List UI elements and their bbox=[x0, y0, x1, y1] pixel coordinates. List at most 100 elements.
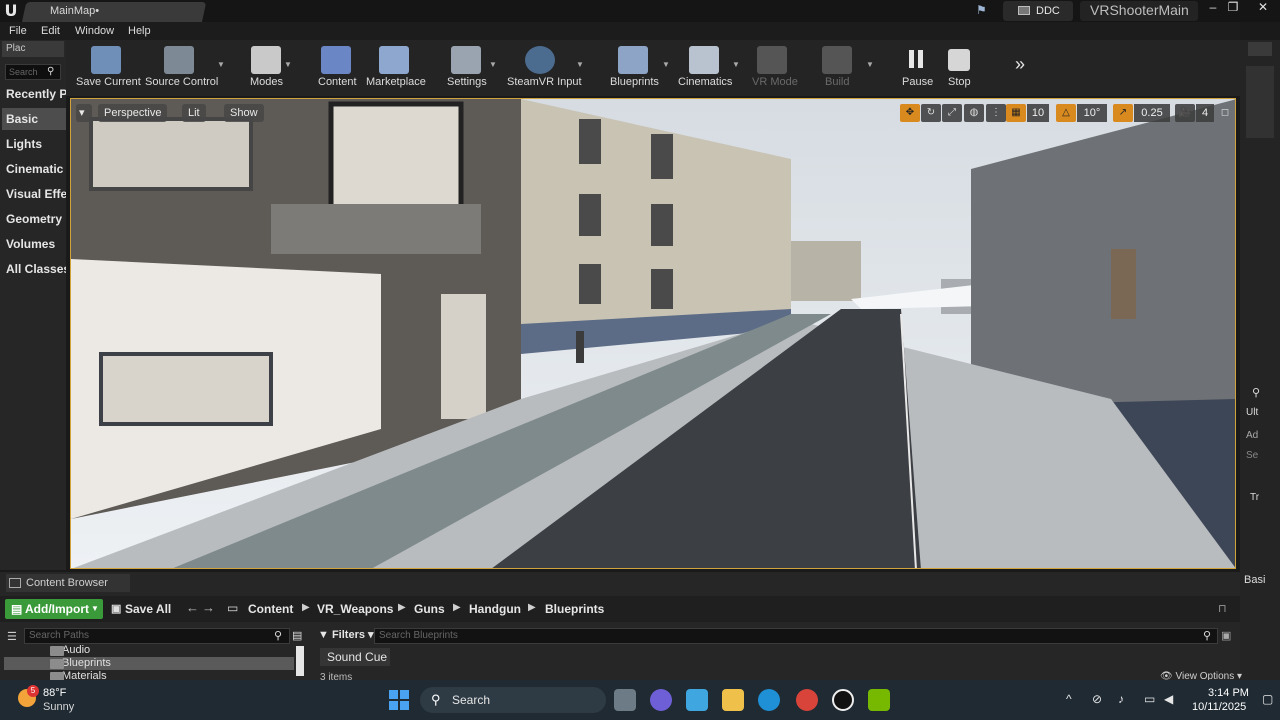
breadcrumb-blueprints[interactable]: Blueprints bbox=[545, 602, 604, 616]
panel-tab[interactable] bbox=[1248, 42, 1272, 56]
scale-snap-value[interactable]: 0.25 bbox=[1134, 104, 1170, 122]
chevron-down-icon[interactable]: ▼ bbox=[732, 60, 740, 69]
show-flags-button[interactable]: Show bbox=[224, 104, 264, 122]
path-options-icon[interactable]: ▤ bbox=[292, 629, 302, 642]
clock-date[interactable]: 10/11/2025 bbox=[1192, 701, 1246, 713]
lock-icon[interactable]: ⊓ bbox=[1218, 602, 1227, 615]
file-explorer-icon[interactable] bbox=[614, 689, 636, 711]
grid-snap-value[interactable]: 10 bbox=[1027, 104, 1049, 122]
close-button[interactable]: ✕ bbox=[1250, 0, 1276, 15]
content-icon[interactable] bbox=[321, 46, 351, 74]
breadcrumb-handgun[interactable]: Handgun bbox=[469, 602, 521, 616]
camera-speed-value[interactable]: 4 bbox=[1196, 104, 1214, 122]
source-control-label[interactable]: Source Control bbox=[145, 76, 218, 88]
chevron-down-icon[interactable]: ▼ bbox=[217, 60, 225, 69]
camera-speed-icon[interactable]: 🎥 bbox=[1175, 104, 1195, 122]
breadcrumb-separator-icon[interactable]: ▶ bbox=[398, 602, 406, 613]
category-all-classes[interactable]: All Classes bbox=[2, 258, 66, 280]
microphone-icon[interactable]: ♪ bbox=[1118, 692, 1124, 706]
view-mode-lit-button[interactable]: Lit bbox=[182, 104, 206, 122]
chevron-down-icon[interactable]: ▼ bbox=[866, 60, 874, 69]
modes-icon[interactable] bbox=[251, 46, 281, 74]
scale-snap-icon[interactable]: ↗ bbox=[1113, 104, 1133, 122]
network-icon[interactable]: ▭ bbox=[1144, 692, 1155, 706]
world-space-icon[interactable]: ◍ bbox=[964, 104, 984, 122]
maximize-button[interactable]: ❐ bbox=[1223, 0, 1243, 15]
notification-icon[interactable]: ▢ bbox=[1262, 692, 1273, 706]
scrollbar[interactable] bbox=[296, 646, 304, 676]
category-basic[interactable]: Basic bbox=[2, 108, 66, 130]
viewport-options-button[interactable]: ▾ bbox=[76, 104, 92, 122]
breadcrumb-content[interactable]: Content bbox=[248, 602, 293, 616]
unreal-logo-icon[interactable]: U bbox=[2, 1, 20, 20]
discord-icon[interactable] bbox=[650, 689, 672, 711]
category-cinematic[interactable]: Cinematic bbox=[2, 158, 66, 180]
place-tab[interactable]: Plac bbox=[2, 41, 64, 57]
filters-button[interactable]: ▼ Filters ▾ bbox=[318, 628, 374, 641]
folder-icon[interactable] bbox=[722, 689, 744, 711]
breadcrumb-vr-weapons[interactable]: VR_Weapons bbox=[317, 602, 393, 616]
steamvr-input-label[interactable]: SteamVR Input bbox=[507, 76, 582, 88]
menu-help[interactable]: Help bbox=[128, 25, 151, 37]
add-import-button[interactable]: Add/Import ▤ ▼ bbox=[5, 599, 103, 619]
content-label[interactable]: Content bbox=[318, 76, 357, 88]
more-tools-icon[interactable]: » bbox=[1015, 54, 1025, 75]
filter-chip-sound-cue[interactable]: Sound Cue bbox=[320, 648, 390, 666]
chevron-down-icon[interactable]: ▼ bbox=[662, 60, 670, 69]
sources-toggle-icon[interactable]: ☰ bbox=[7, 630, 17, 643]
category-visual-effects[interactable]: Visual Effe bbox=[2, 183, 66, 205]
marketplace-icon[interactable] bbox=[379, 46, 409, 74]
back-arrow-icon[interactable]: ← bbox=[186, 600, 199, 615]
tray-chevron-up-icon[interactable]: ^ bbox=[1066, 692, 1072, 706]
minimize-button[interactable]: – bbox=[1203, 0, 1223, 15]
wifi-off-icon[interactable]: ⊘ bbox=[1092, 692, 1102, 706]
grid-snap-icon[interactable]: ▦ bbox=[1006, 104, 1026, 122]
blueprints-icon[interactable] bbox=[618, 46, 648, 74]
category-lights[interactable]: Lights bbox=[2, 133, 66, 155]
copilot-icon[interactable] bbox=[686, 689, 708, 711]
perspective-button[interactable]: Perspective bbox=[98, 104, 168, 122]
modes-label[interactable]: Modes bbox=[250, 76, 283, 88]
rotation-snap-icon[interactable]: △ bbox=[1056, 104, 1076, 122]
windows-start-icon[interactable] bbox=[389, 690, 409, 710]
pause-label[interactable]: Pause bbox=[902, 76, 933, 88]
stop-icon[interactable] bbox=[948, 49, 970, 71]
chevron-down-icon[interactable]: ▼ bbox=[284, 60, 292, 69]
menu-window[interactable]: Window bbox=[75, 25, 114, 37]
breadcrumb-separator-icon[interactable]: ▶ bbox=[302, 602, 310, 613]
maximize-viewport-icon[interactable]: ◻ bbox=[1217, 104, 1233, 122]
save-icon[interactable] bbox=[91, 46, 121, 74]
menu-file[interactable]: File bbox=[9, 25, 27, 37]
marketplace-label[interactable]: Marketplace bbox=[366, 76, 426, 88]
add-component-button[interactable]: Ad bbox=[1246, 430, 1258, 441]
translate-tool-icon[interactable]: ✥ bbox=[900, 104, 920, 122]
cinematics-label[interactable]: Cinematics bbox=[678, 76, 732, 88]
search-icon[interactable]: ⚲ bbox=[1252, 386, 1260, 399]
category-recently-placed[interactable]: Recently Pl bbox=[2, 83, 66, 105]
nvidia-icon[interactable] bbox=[868, 689, 890, 711]
breadcrumb-separator-icon[interactable]: ▶ bbox=[453, 602, 461, 613]
settings-icon[interactable] bbox=[451, 46, 481, 74]
weather-temperature[interactable]: 88°F bbox=[43, 687, 66, 699]
asset-search-input[interactable]: Search Blueprints bbox=[374, 628, 1218, 644]
breadcrumb-separator-icon[interactable]: ▶ bbox=[528, 602, 536, 613]
folder-row-audio[interactable]: Audio bbox=[4, 644, 294, 657]
steamvr-icon[interactable] bbox=[525, 46, 555, 74]
category-geometry[interactable]: Geometry bbox=[2, 208, 66, 230]
edge-icon[interactable] bbox=[758, 689, 780, 711]
flag-icon[interactable]: ⚑ bbox=[976, 3, 992, 17]
folder-row-blueprints[interactable]: Blueprints bbox=[4, 657, 294, 670]
chevron-down-icon[interactable]: ▼ bbox=[489, 60, 497, 69]
blueprints-label[interactable]: Blueprints bbox=[610, 76, 659, 88]
stop-label[interactable]: Stop bbox=[948, 76, 971, 88]
chrome-icon[interactable] bbox=[796, 689, 818, 711]
breadcrumb-guns[interactable]: Guns bbox=[414, 602, 445, 616]
rotate-tool-icon[interactable]: ↻ bbox=[921, 104, 941, 122]
content-browser-tab[interactable]: Content Browser bbox=[6, 574, 130, 592]
rotation-snap-value[interactable]: 10° bbox=[1077, 104, 1107, 122]
category-volumes[interactable]: Volumes bbox=[2, 233, 66, 255]
forward-arrow-icon[interactable]: → bbox=[202, 600, 215, 615]
save-current-label[interactable]: Save Current bbox=[76, 76, 141, 88]
level-viewport[interactable]: ▾ Perspective Lit Show ✥ ↻ ⤢ ◍ ⋮ ▦ 10 △ … bbox=[70, 98, 1236, 569]
weather-condition[interactable]: Sunny bbox=[43, 701, 74, 713]
